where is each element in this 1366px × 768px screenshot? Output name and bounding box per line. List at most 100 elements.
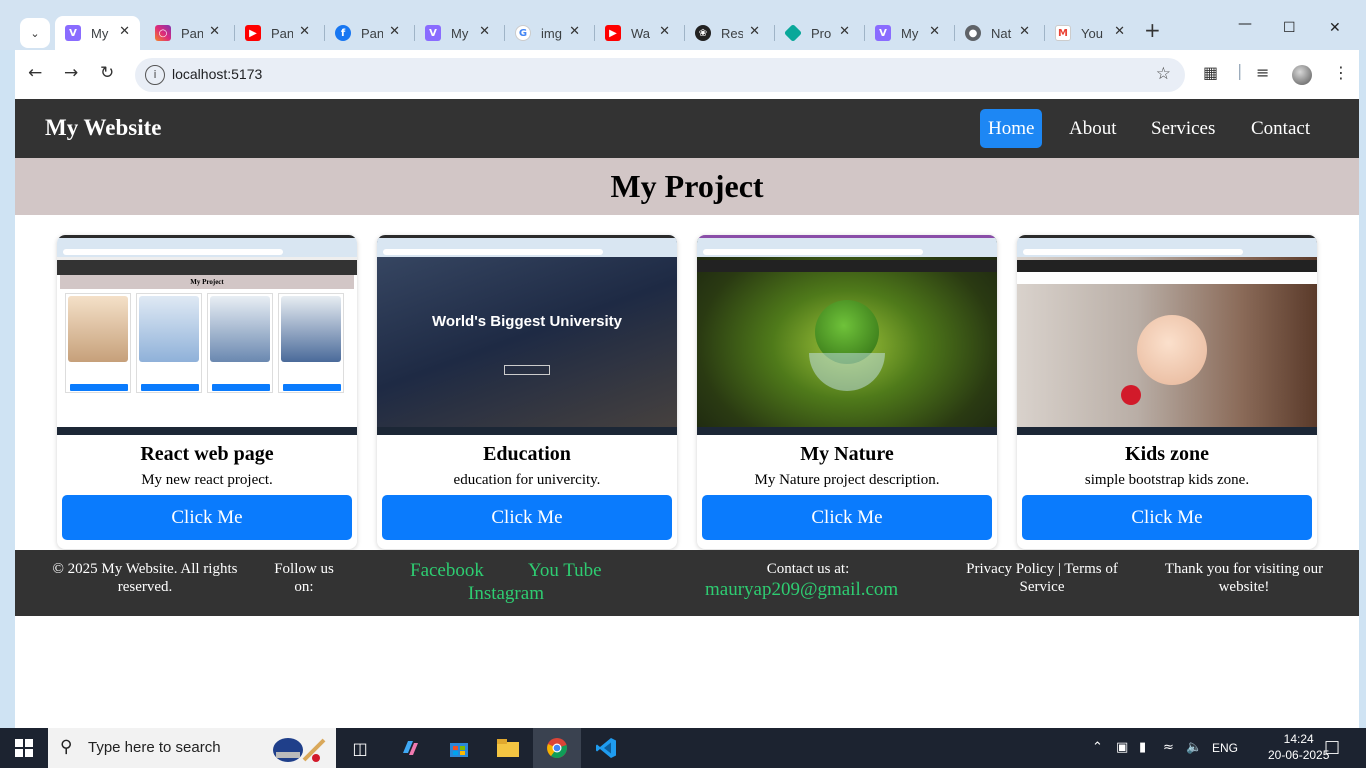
url-text[interactable]: localhost:5173 (172, 66, 262, 82)
thumb-white-strip (1017, 272, 1317, 284)
thumb-taskbar (1017, 427, 1317, 435)
tab-project[interactable]: Pro ✕ (775, 16, 860, 50)
close-icon[interactable]: ✕ (569, 24, 580, 39)
tab-youtube[interactable]: ▶ Pan ✕ (235, 16, 320, 50)
footer-link-facebook[interactable]: Facebook (410, 560, 484, 582)
notifications-icon[interactable]: □ (1324, 737, 1340, 757)
card-thumbnail-react: My Project (57, 235, 357, 435)
page-viewport: My Website Home About Services Contact M… (15, 99, 1359, 728)
taskbar-search-placeholder[interactable]: Type here to search (88, 739, 221, 756)
media-control-icon[interactable]: ≡ (1256, 63, 1269, 82)
menu-kebab-icon[interactable]: ⋮ (1333, 63, 1349, 82)
card-click-button[interactable]: Click Me (1022, 495, 1312, 540)
tab-google-images[interactable]: G img ✕ (505, 16, 590, 50)
nav-contact[interactable]: Contact (1243, 109, 1318, 148)
chevron-down-icon: ⌄ (30, 26, 40, 40)
tab-my-2[interactable]: V My ✕ (415, 16, 500, 50)
microsoft-store-icon[interactable] (447, 736, 471, 760)
windows-taskbar: ⚲ Type here to search ◫ ⌃ ▣ ▮ ≈ 🔈 ENG 14… (0, 728, 1366, 768)
card-click-button[interactable]: Click Me (62, 495, 352, 540)
nav-services[interactable]: Services (1143, 109, 1223, 148)
reload-icon[interactable]: ↻ (100, 63, 114, 83)
card-title: React web page (140, 443, 274, 465)
thumb-taskbar (377, 427, 677, 435)
card-description: My new react project. (141, 472, 273, 488)
nav-about[interactable]: About (1061, 109, 1125, 148)
footer-link-youtube[interactable]: You Tube (528, 560, 602, 582)
profile-avatar[interactable] (1292, 65, 1312, 85)
thumb-browser-chrome (697, 235, 997, 257)
project-card-kids: Kids zone simple bootstrap kids zone. Cl… (1017, 235, 1317, 549)
card-click-button[interactable]: Click Me (702, 495, 992, 540)
thumb-card (136, 293, 202, 393)
tab-openai[interactable]: ❀ Res ✕ (685, 16, 770, 50)
thumb-navbar (57, 260, 357, 275)
close-icon[interactable]: ✕ (659, 24, 670, 39)
thumb-browser-chrome (377, 235, 677, 257)
footer-copyright: © 2025 My Website. All rights reserved. (52, 561, 238, 595)
maximize-icon[interactable]: ☐ (1283, 20, 1296, 36)
tab-my-website[interactable]: V My ✕ (55, 16, 140, 50)
close-icon[interactable]: ✕ (1114, 24, 1125, 39)
file-explorer-icon[interactable] (496, 736, 520, 760)
site-info-icon[interactable]: i (145, 65, 165, 85)
site-brand[interactable]: My Website (45, 115, 161, 141)
footer-email-link[interactable]: mauryap209@gmail.com (705, 579, 898, 601)
card-thumbnail-education: World's Biggest University (377, 235, 677, 435)
extensions-icon[interactable]: ▦ (1203, 63, 1218, 82)
close-icon[interactable]: ✕ (1019, 24, 1030, 39)
card-description: education for univercity. (453, 472, 601, 488)
meet-now-icon[interactable]: ▣ (1116, 740, 1128, 755)
wifi-icon[interactable]: ≈ (1163, 740, 1174, 755)
close-icon[interactable]: ✕ (299, 24, 310, 39)
thumb-baby-image (1137, 315, 1207, 385)
battery-icon[interactable]: ▮ (1139, 740, 1146, 755)
tab-nature[interactable]: ● Nat ✕ (955, 16, 1040, 50)
show-hidden-icons-icon[interactable]: ⌃ (1092, 740, 1103, 755)
copilot-icon[interactable] (398, 736, 422, 760)
language-indicator[interactable]: ENG (1212, 741, 1238, 755)
bookmark-star-icon[interactable]: ☆ (1156, 64, 1171, 84)
footer-contact-label: Contact us at: (766, 561, 850, 577)
card-description: My Nature project description. (754, 472, 940, 488)
omnibox[interactable]: i localhost:5173 ☆ (135, 58, 1185, 92)
close-window-icon[interactable]: ✕ (1329, 20, 1341, 36)
close-icon[interactable]: ✕ (929, 24, 940, 39)
tab-instagram[interactable]: ○ Pan ✕ (145, 16, 230, 50)
windows-start-icon[interactable] (15, 739, 33, 757)
facebook-icon: f (335, 25, 351, 41)
tab-gmail[interactable]: M You ✕ (1045, 16, 1135, 50)
chrome-icon[interactable] (545, 736, 569, 760)
vscode-icon[interactable] (594, 736, 618, 760)
back-icon[interactable]: ← (28, 63, 42, 83)
taskbar-search-box[interactable]: ⚲ Type here to search (48, 728, 336, 768)
new-tab-icon[interactable]: + (1144, 18, 1164, 42)
tab-facebook[interactable]: f Pan ✕ (325, 16, 410, 50)
footer-link-instagram[interactable]: Instagram (468, 583, 544, 605)
tab-strip: ⌄ V My ✕ ○ Pan ✕ ▶ Pan ✕ f Pan ✕ V My ✕ … (0, 0, 1366, 50)
close-icon[interactable]: ✕ (479, 24, 490, 39)
system-clock[interactable]: 14:24 20-06-2025 (1268, 731, 1329, 763)
minimize-icon[interactable]: — (1238, 16, 1252, 32)
site-navbar: My Website Home About Services Contact (15, 99, 1359, 158)
close-icon[interactable]: ✕ (749, 24, 760, 39)
tab-search-button[interactable]: ⌄ (20, 18, 50, 48)
close-icon[interactable]: ✕ (119, 24, 130, 39)
nav-home[interactable]: Home (980, 109, 1043, 148)
youtube-icon: ▶ (605, 25, 621, 41)
forward-icon[interactable]: → (64, 63, 78, 83)
card-click-button[interactable]: Click Me (382, 495, 672, 540)
instagram-icon: ○ (155, 25, 171, 41)
tab-youtube-2[interactable]: ▶ Wa ✕ (595, 16, 680, 50)
search-icon: ⚲ (60, 737, 73, 757)
tab-my-3[interactable]: V My ✕ (865, 16, 950, 50)
close-icon[interactable]: ✕ (389, 24, 400, 39)
thumb-card (65, 293, 131, 393)
close-icon[interactable]: ✕ (209, 24, 220, 39)
volume-icon[interactable]: 🔈 (1186, 740, 1202, 755)
close-icon[interactable]: ✕ (839, 24, 850, 39)
thumb-taskbar (697, 427, 997, 435)
youtube-icon: ▶ (245, 25, 261, 41)
task-view-icon[interactable]: ◫ (348, 736, 372, 760)
card-thumbnail-nature (697, 235, 997, 435)
